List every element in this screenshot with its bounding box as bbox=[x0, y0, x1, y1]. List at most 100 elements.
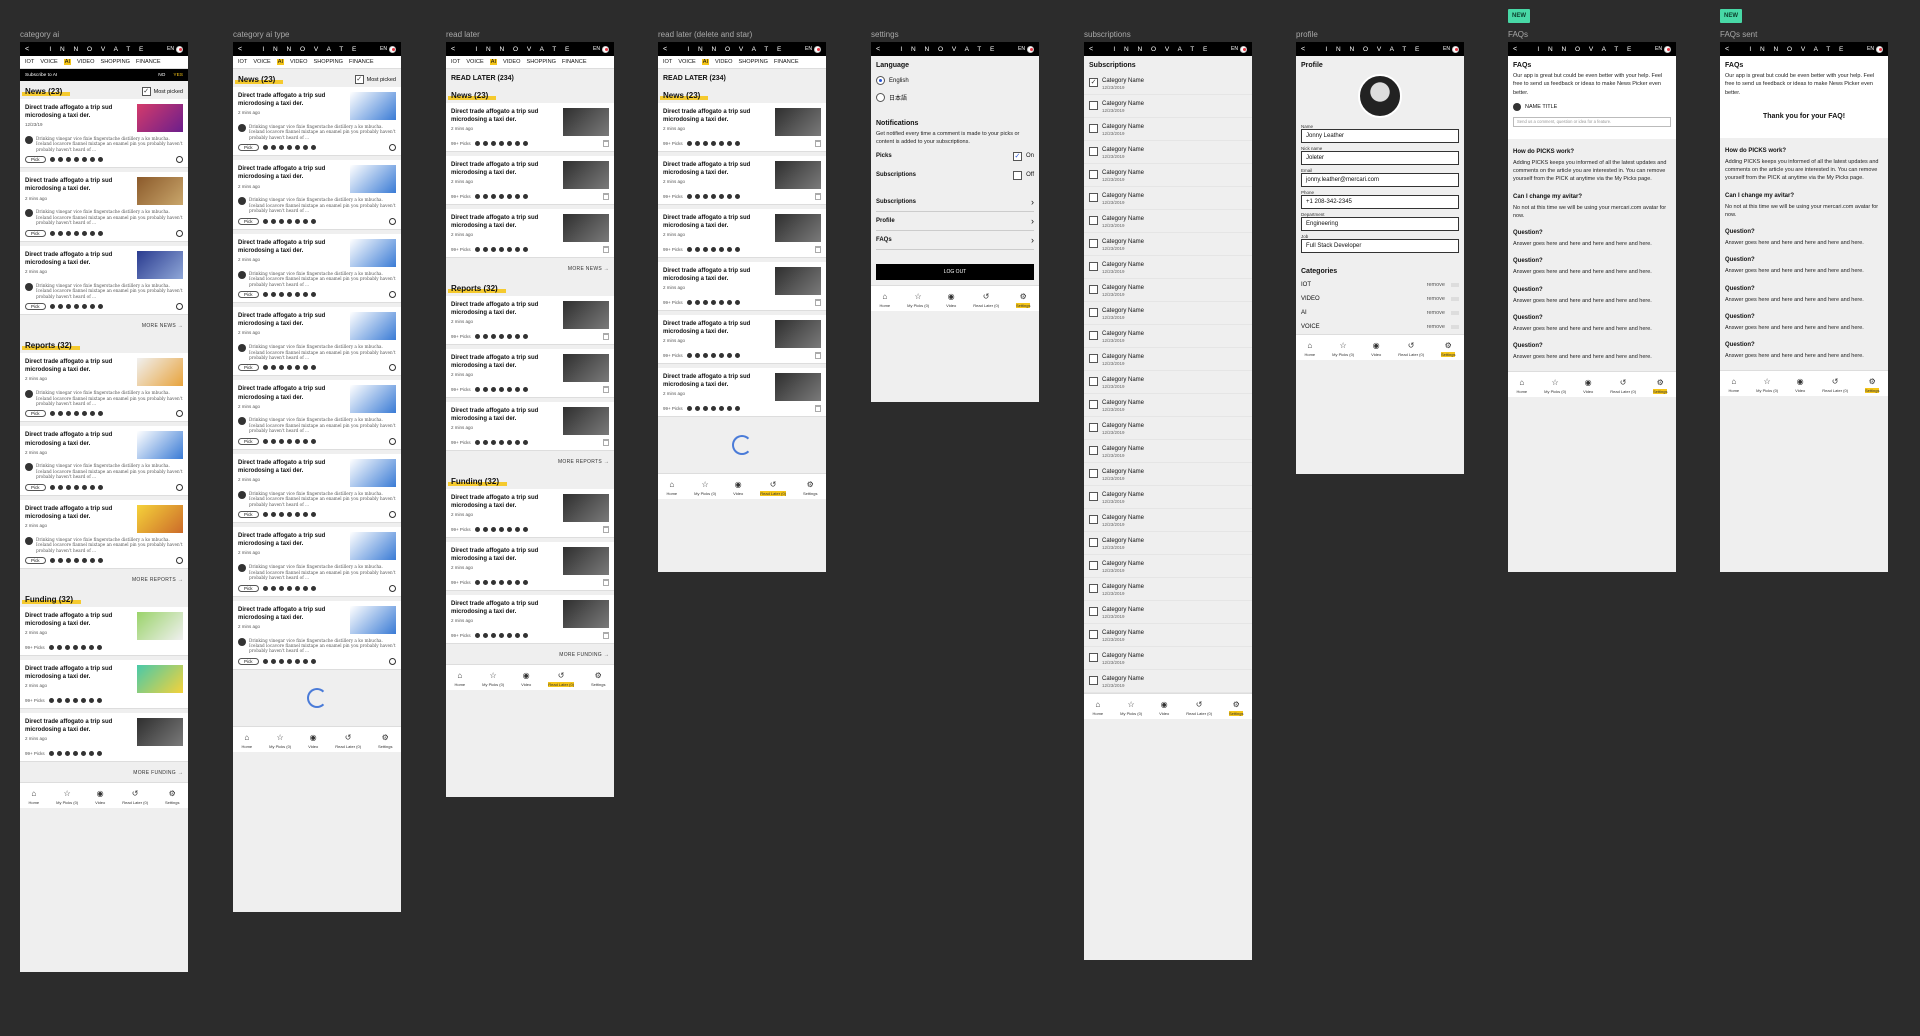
subscription-item[interactable]: ✓ Category Name 12/23/2019 bbox=[1084, 72, 1252, 95]
back-icon[interactable]: < bbox=[1089, 46, 1093, 53]
nav-home[interactable]: ⌂ Home bbox=[1728, 378, 1739, 394]
more-link[interactable]: MORE REPORTS → bbox=[20, 573, 188, 589]
nav-readlater[interactable]: ↺ Read Later (0) bbox=[1610, 379, 1636, 395]
nav-home[interactable]: ⌂ Home bbox=[666, 481, 677, 497]
read-later-icon[interactable] bbox=[176, 303, 183, 311]
checkbox[interactable] bbox=[1089, 607, 1098, 616]
article-title[interactable]: Direct trade affogato a trip sud microdo… bbox=[451, 407, 559, 423]
nav-readlater[interactable]: ↺ Read Later (0) bbox=[335, 733, 361, 749]
checkbox[interactable] bbox=[1089, 354, 1098, 363]
article-title[interactable]: Direct trade affogato a trip sud microdo… bbox=[451, 494, 559, 510]
article-title[interactable]: Direct trade affogato a trip sud microdo… bbox=[663, 267, 771, 283]
article-card[interactable]: Direct trade affogato a trip sud microdo… bbox=[233, 600, 401, 670]
trash-icon[interactable] bbox=[815, 352, 821, 359]
language-switch[interactable]: EN bbox=[1443, 45, 1459, 53]
article-card[interactable]: Direct trade affogato a trip sud microdo… bbox=[233, 527, 401, 597]
subscription-item[interactable]: Category Name 12/23/2019 bbox=[1084, 670, 1252, 693]
checkbox[interactable] bbox=[1089, 193, 1098, 202]
nav-readlater[interactable]: ↺ Read Later (0) bbox=[1822, 378, 1848, 394]
tab-iot[interactable]: IOT bbox=[25, 59, 34, 65]
subscription-item[interactable]: Category Name 12/23/2019 bbox=[1084, 210, 1252, 233]
checkbox[interactable] bbox=[1089, 515, 1098, 524]
trash-icon[interactable] bbox=[603, 246, 609, 253]
nav-readlater[interactable]: ↺ Read Later (0) bbox=[122, 790, 148, 806]
tab-ai[interactable]: AI bbox=[701, 59, 710, 65]
article-card[interactable]: Direct trade affogato a trip sud microdo… bbox=[20, 99, 188, 169]
pick-button[interactable]: Pick bbox=[238, 144, 259, 152]
article-title[interactable]: Direct trade affogato a trip sud microdo… bbox=[451, 600, 559, 616]
field-input[interactable]: Joleter bbox=[1301, 151, 1459, 165]
radio-button[interactable] bbox=[876, 76, 885, 85]
subscription-item[interactable]: Category Name 12/23/2019 bbox=[1084, 486, 1252, 509]
tab-ai[interactable]: AI bbox=[276, 59, 285, 65]
subscription-item[interactable]: Category Name 12/23/2019 bbox=[1084, 532, 1252, 555]
pick-button[interactable]: Pick bbox=[25, 410, 46, 418]
article-title[interactable]: Direct trade affogato a trip sud microdo… bbox=[451, 547, 559, 563]
article-title[interactable]: Direct trade affogato a trip sud microdo… bbox=[451, 214, 559, 230]
read-later-icon[interactable] bbox=[389, 584, 396, 592]
subscription-item[interactable]: Category Name 12/23/2019 bbox=[1084, 371, 1252, 394]
pick-button[interactable]: Pick bbox=[238, 657, 259, 665]
nav-home[interactable]: ⌂ Home bbox=[28, 790, 39, 806]
yes-option[interactable]: YES bbox=[173, 73, 183, 78]
nav-video[interactable]: ◉ Video bbox=[1583, 379, 1593, 395]
drag-handle[interactable] bbox=[1451, 297, 1459, 301]
field-input[interactable]: Full Stack Developer bbox=[1301, 239, 1459, 253]
profile-avatar[interactable] bbox=[1358, 74, 1402, 118]
language-switch[interactable]: EN bbox=[593, 45, 609, 53]
read-later-icon[interactable] bbox=[176, 156, 183, 164]
article-title[interactable]: Direct trade affogato a trip sud microdo… bbox=[25, 718, 133, 734]
pick-button[interactable]: Pick bbox=[25, 483, 46, 491]
language-switch[interactable]: EN bbox=[1018, 45, 1034, 53]
tab-shopping[interactable]: SHOPPING bbox=[738, 59, 768, 65]
read-later-icon[interactable] bbox=[389, 657, 396, 665]
read-later-icon[interactable] bbox=[176, 410, 183, 418]
nav-settings[interactable]: ⚙ Settings bbox=[1229, 701, 1244, 716]
language-switch[interactable]: EN bbox=[1867, 45, 1883, 53]
trash-icon[interactable] bbox=[603, 193, 609, 200]
tab-finance[interactable]: FINANCE bbox=[774, 59, 799, 65]
read-later-icon[interactable] bbox=[389, 437, 396, 445]
read-later-icon[interactable] bbox=[176, 483, 183, 491]
read-later-icon[interactable] bbox=[389, 511, 396, 519]
back-icon[interactable]: < bbox=[238, 46, 242, 53]
article-title[interactable]: Direct trade affogato a trip sud microdo… bbox=[451, 108, 559, 124]
checkbox[interactable] bbox=[1089, 308, 1098, 317]
link-faqs[interactable]: FAQs › bbox=[876, 231, 1034, 250]
tab-video[interactable]: VIDEO bbox=[77, 59, 94, 65]
trash-icon[interactable] bbox=[815, 405, 821, 412]
checkbox[interactable] bbox=[1089, 492, 1098, 501]
nav-settings[interactable]: ⚙ Settings bbox=[165, 790, 179, 806]
remove-link[interactable]: remove bbox=[1427, 282, 1445, 288]
nav-readlater[interactable]: ↺ Read Later (0) bbox=[1186, 701, 1212, 717]
article-title[interactable]: Direct trade affogato a trip sud microdo… bbox=[663, 373, 771, 389]
article-title[interactable]: Direct trade affogato a trip sud microdo… bbox=[451, 301, 559, 317]
article-title[interactable]: Direct trade affogato a trip sud microdo… bbox=[238, 92, 346, 108]
article-title[interactable]: Direct trade affogato a trip sud microdo… bbox=[238, 239, 346, 255]
subscription-item[interactable]: Category Name 12/23/2019 bbox=[1084, 601, 1252, 624]
subscription-item[interactable]: Category Name 12/23/2019 bbox=[1084, 509, 1252, 532]
nav-home[interactable]: ⌂ Home bbox=[1304, 342, 1315, 358]
tab-video[interactable]: VIDEO bbox=[715, 59, 732, 65]
nav-readlater[interactable]: ↺ Read Later (0) bbox=[760, 481, 787, 496]
article-card[interactable]: Direct trade affogato a trip sud microdo… bbox=[233, 160, 401, 230]
nav-settings[interactable]: ⚙ Settings bbox=[1441, 342, 1456, 357]
pick-button[interactable]: Pick bbox=[25, 156, 46, 164]
read-later-icon[interactable] bbox=[176, 229, 183, 237]
article-card[interactable]: Direct trade affogato a trip sud microdo… bbox=[446, 542, 614, 591]
tab-voice[interactable]: VOICE bbox=[678, 59, 695, 65]
field-input[interactable]: Engineering bbox=[1301, 217, 1459, 231]
article-title[interactable]: Direct trade affogato a trip sud microdo… bbox=[451, 354, 559, 370]
article-card[interactable]: Direct trade affogato a trip sud microdo… bbox=[446, 103, 614, 152]
faq-input[interactable]: Send us a comment, question or idea for … bbox=[1513, 116, 1671, 127]
nav-settings[interactable]: ⚙ Settings bbox=[378, 733, 392, 749]
subscription-item[interactable]: Category Name 12/23/2019 bbox=[1084, 256, 1252, 279]
nav-video[interactable]: ◉ Video bbox=[946, 292, 956, 308]
article-title[interactable]: Direct trade affogato a trip sud microdo… bbox=[25, 612, 133, 628]
nav-settings[interactable]: ⚙ Settings bbox=[1653, 379, 1668, 395]
language-switch[interactable]: EN bbox=[380, 45, 396, 53]
article-title[interactable]: Direct trade affogato a trip sud microdo… bbox=[663, 320, 771, 336]
subscription-item[interactable]: Category Name 12/23/2019 bbox=[1084, 647, 1252, 670]
subscription-item[interactable]: Category Name 12/23/2019 bbox=[1084, 555, 1252, 578]
article-title[interactable]: Direct trade affogato a trip sud microdo… bbox=[25, 251, 133, 267]
